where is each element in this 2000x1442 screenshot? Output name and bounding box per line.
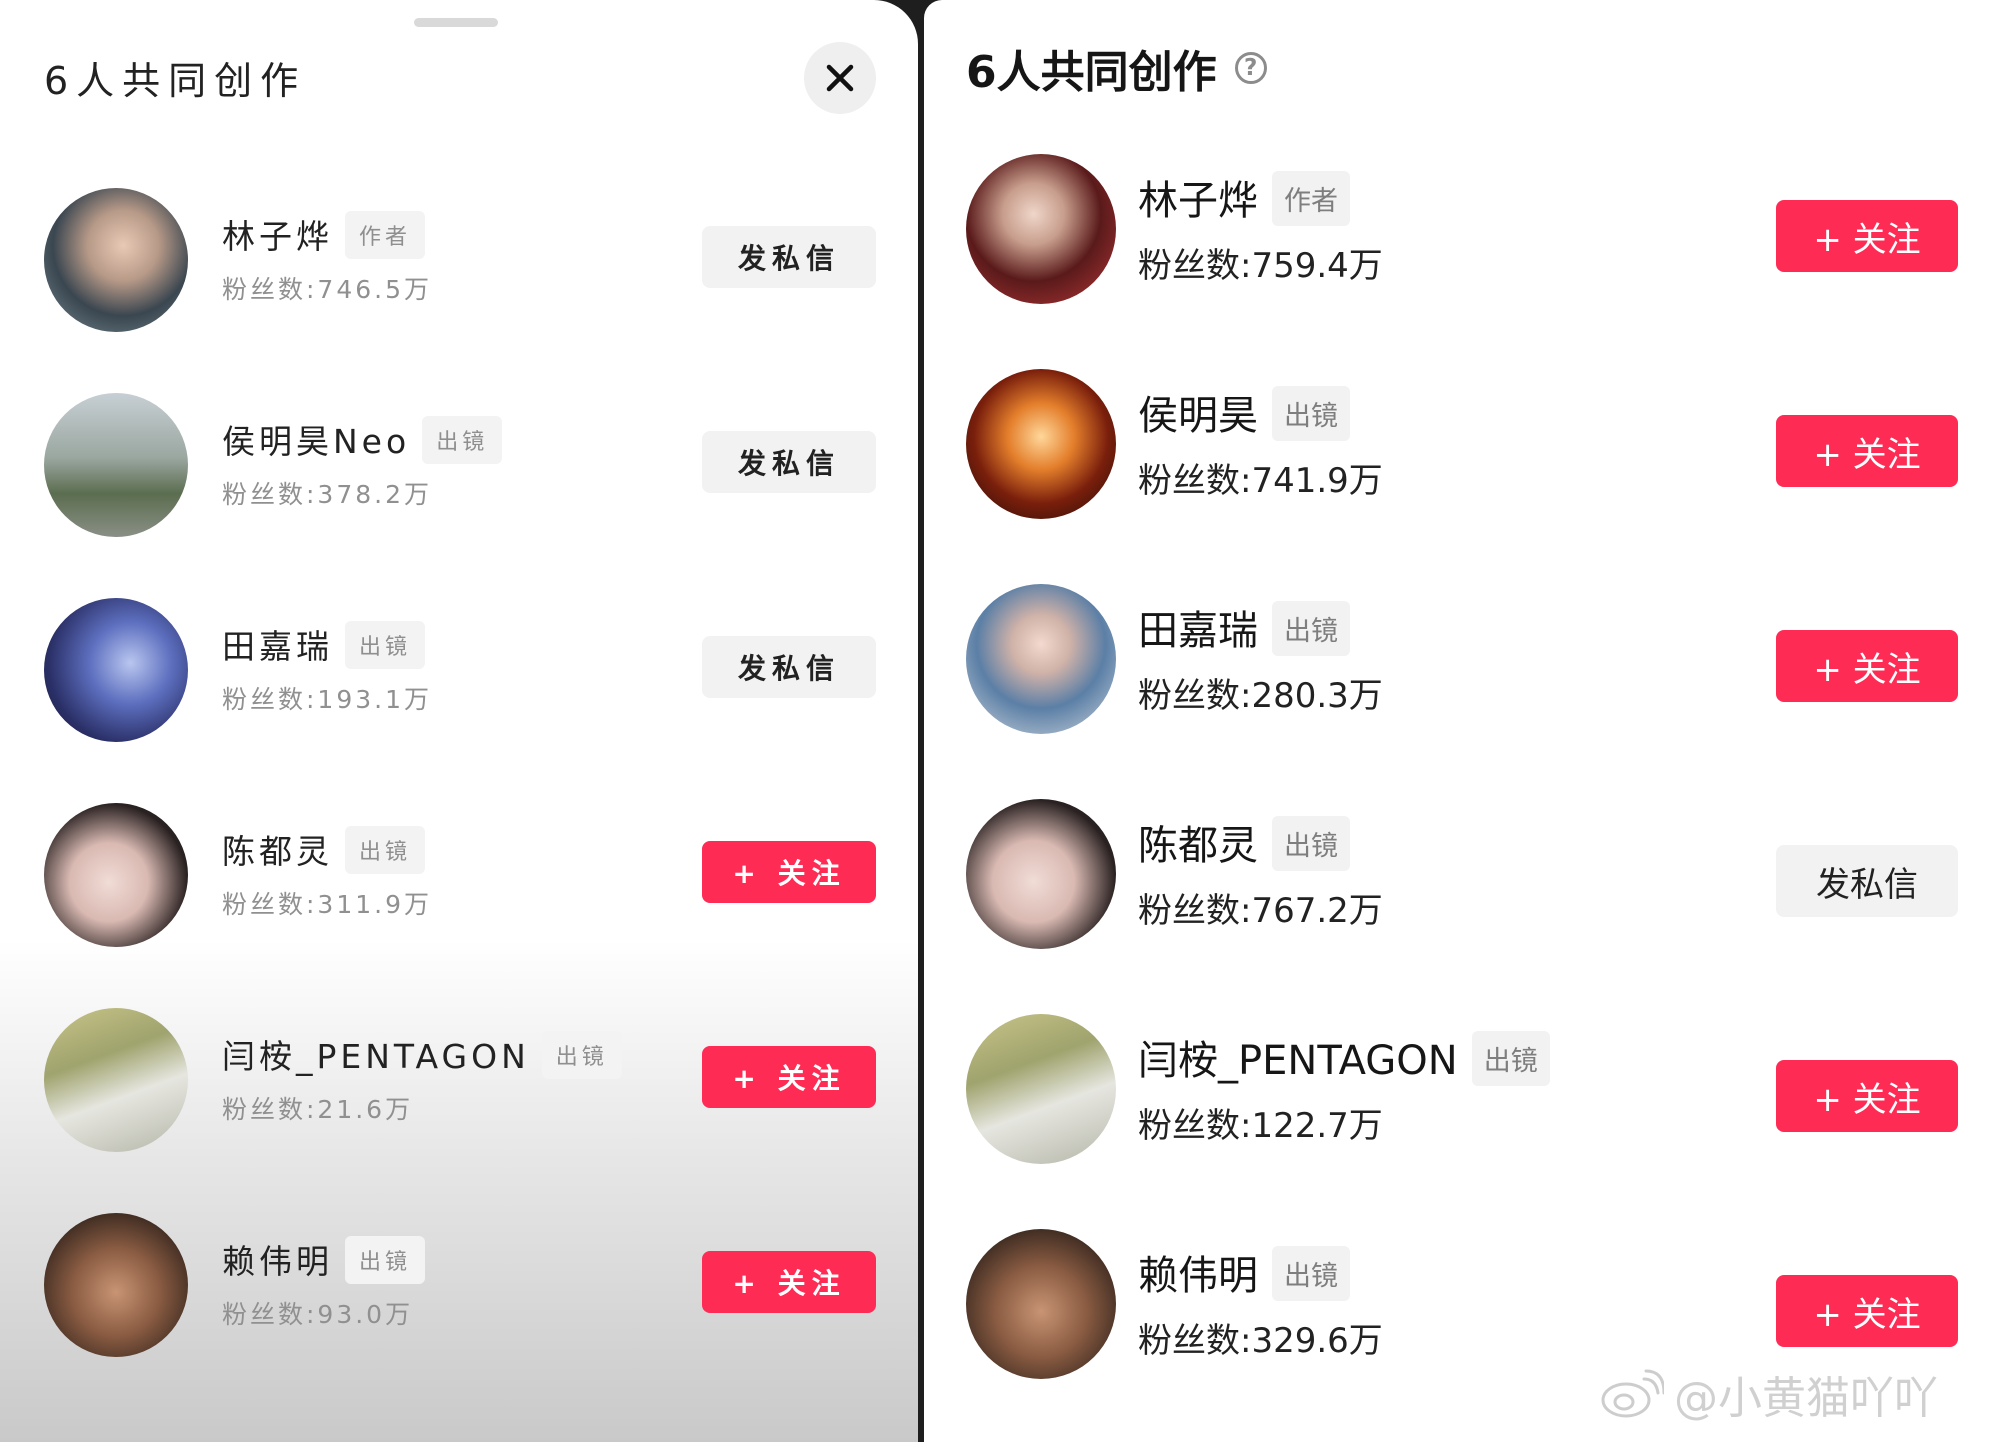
member-name[interactable]: 闫桉_PENTAGON 出镜 bbox=[222, 1030, 622, 1079]
role-badge: 作者 bbox=[345, 211, 426, 259]
role-badge: 出镜 bbox=[345, 826, 426, 874]
fan-count: 粉丝数:280.3万 bbox=[1138, 676, 1383, 716]
avatar[interactable] bbox=[44, 598, 188, 742]
weibo-watermark: @小黄猫吖吖 bbox=[1600, 1362, 1938, 1426]
member-name[interactable]: 赖伟明 出镜 bbox=[1138, 1243, 1350, 1301]
left-bottom-sheet: 6人共同创作 林子烨 作者 粉丝数:746.5万 发私信 侯明昊Neo 出镜 粉丝数… bbox=[0, 0, 918, 1442]
fan-count: 粉丝数:311.9万 bbox=[222, 890, 432, 919]
member-name[interactable]: 田嘉瑞 出镜 bbox=[1138, 598, 1350, 656]
avatar[interactable] bbox=[44, 1008, 188, 1152]
avatar[interactable] bbox=[966, 584, 1116, 734]
member-name[interactable]: 陈都灵 出镜 bbox=[1138, 813, 1350, 871]
member-name[interactable]: 林子烨 作者 bbox=[1138, 168, 1350, 226]
fan-count: 粉丝数:759.4万 bbox=[1138, 246, 1383, 286]
list-item: 闫桉_PENTAGON 出镜 粉丝数:21.6万 + 关注 bbox=[0, 1000, 918, 1160]
member-name[interactable]: 闫桉_PENTAGON 出镜 bbox=[1138, 1028, 1550, 1086]
weibo-logo-icon bbox=[1601, 1369, 1664, 1418]
avatar[interactable] bbox=[966, 1229, 1116, 1379]
sheet-title: 6人共同创作 bbox=[44, 59, 307, 103]
role-badge: 出镜 bbox=[1272, 1246, 1350, 1301]
role-badge: 出镜 bbox=[345, 1236, 426, 1284]
role-badge: 出镜 bbox=[345, 621, 426, 669]
close-icon bbox=[826, 64, 854, 92]
fan-count: 粉丝数:767.2万 bbox=[1138, 891, 1383, 931]
member-name[interactable]: 陈都灵 出镜 bbox=[222, 825, 426, 874]
list-item: 侯明昊Neo 出镜 粉丝数:378.2万 发私信 bbox=[0, 385, 918, 545]
watermark-text: @小黄猫吖吖 bbox=[1674, 1373, 1938, 1424]
follow-button[interactable]: + 关注 bbox=[1776, 1060, 1958, 1132]
list-item: 赖伟明 出镜 粉丝数:93.0万 + 关注 bbox=[0, 1205, 918, 1365]
fan-count: 粉丝数:378.2万 bbox=[222, 480, 432, 509]
help-icon[interactable]: ? bbox=[1234, 52, 1267, 84]
fan-count: 粉丝数:193.1万 bbox=[222, 685, 432, 714]
follow-button[interactable]: + 关注 bbox=[702, 1046, 876, 1108]
avatar[interactable] bbox=[966, 154, 1116, 304]
list-item: 陈都灵 出镜 粉丝数:767.2万 发私信 bbox=[924, 789, 2000, 959]
follow-button[interactable]: + 关注 bbox=[1776, 630, 1958, 702]
message-button[interactable]: 发私信 bbox=[702, 431, 876, 493]
list-item: 侯明昊 出镜 粉丝数:741.9万 + 关注 bbox=[924, 359, 2000, 529]
list-item: 闫桉_PENTAGON 出镜 粉丝数:122.7万 + 关注 bbox=[924, 1004, 2000, 1174]
right-coauthor-list: 6人共同创作 ? 林子烨 作者 粉丝数:759.4万 + 关注 侯明昊 出镜 粉丝数… bbox=[924, 0, 2000, 1442]
page-title: 6人共同创作 bbox=[966, 47, 1217, 98]
fan-count: 粉丝数:746.5万 bbox=[222, 275, 432, 304]
avatar[interactable] bbox=[44, 803, 188, 947]
member-name[interactable]: 赖伟明 出镜 bbox=[222, 1235, 426, 1284]
avatar[interactable] bbox=[966, 369, 1116, 519]
title-bar: 6人共同创作 ? bbox=[966, 36, 1267, 100]
avatar[interactable] bbox=[966, 1014, 1116, 1164]
fan-count: 粉丝数:329.6万 bbox=[1138, 1321, 1383, 1361]
role-badge: 出镜 bbox=[1272, 601, 1350, 656]
message-button[interactable]: 发私信 bbox=[702, 636, 876, 698]
drag-handle[interactable] bbox=[414, 18, 498, 27]
follow-button[interactable]: + 关注 bbox=[702, 1251, 876, 1313]
member-name[interactable]: 侯明昊 出镜 bbox=[1138, 383, 1350, 441]
follow-button[interactable]: + 关注 bbox=[1776, 200, 1958, 272]
avatar[interactable] bbox=[44, 393, 188, 537]
list-item: 林子烨 作者 粉丝数:746.5万 发私信 bbox=[0, 180, 918, 340]
fan-count: 粉丝数:93.0万 bbox=[222, 1300, 414, 1329]
member-name[interactable]: 田嘉瑞 出镜 bbox=[222, 620, 426, 669]
role-badge: 出镜 bbox=[1272, 386, 1350, 441]
list-item: 田嘉瑞 出镜 粉丝数:193.1万 发私信 bbox=[0, 590, 918, 750]
member-name[interactable]: 林子烨 作者 bbox=[222, 210, 426, 259]
avatar[interactable] bbox=[44, 1213, 188, 1357]
list-item: 陈都灵 出镜 粉丝数:311.9万 + 关注 bbox=[0, 795, 918, 955]
role-badge: 出镜 bbox=[1471, 1031, 1550, 1086]
avatar[interactable] bbox=[44, 188, 188, 332]
message-button[interactable]: 发私信 bbox=[702, 226, 876, 288]
role-badge: 作者 bbox=[1272, 171, 1350, 226]
role-badge: 出镜 bbox=[541, 1031, 622, 1079]
member-name[interactable]: 侯明昊Neo 出镜 bbox=[222, 415, 503, 464]
fan-count: 粉丝数:122.7万 bbox=[1138, 1106, 1383, 1146]
fan-count: 粉丝数:21.6万 bbox=[222, 1095, 414, 1124]
role-badge: 出镜 bbox=[1272, 816, 1350, 871]
close-button[interactable] bbox=[804, 42, 876, 114]
fan-count: 粉丝数:741.9万 bbox=[1138, 461, 1383, 501]
follow-button[interactable]: + 关注 bbox=[1776, 1275, 1958, 1347]
follow-button[interactable]: + 关注 bbox=[1776, 415, 1958, 487]
message-button[interactable]: 发私信 bbox=[1776, 845, 1958, 917]
list-item: 林子烨 作者 粉丝数:759.4万 + 关注 bbox=[924, 144, 2000, 314]
avatar[interactable] bbox=[966, 799, 1116, 949]
follow-button[interactable]: + 关注 bbox=[702, 841, 876, 903]
role-badge: 出镜 bbox=[422, 416, 503, 464]
list-item: 田嘉瑞 出镜 粉丝数:280.3万 + 关注 bbox=[924, 574, 2000, 744]
